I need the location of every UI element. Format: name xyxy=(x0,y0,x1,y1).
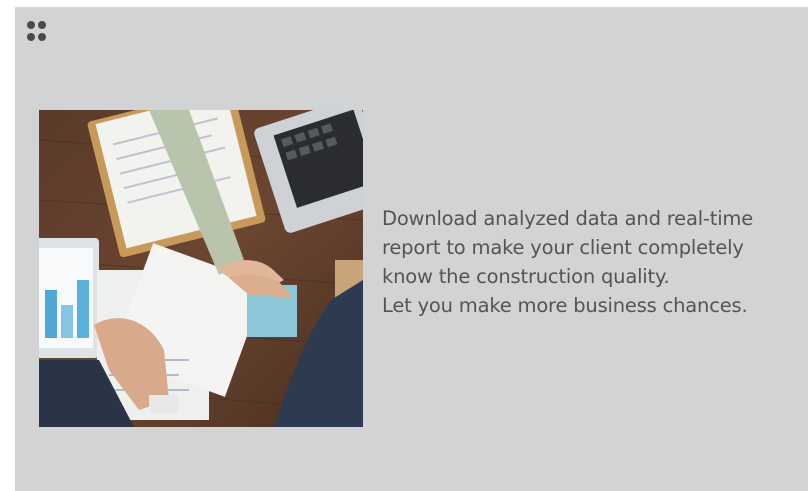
description-line: Download analyzed data and real-time xyxy=(382,207,754,230)
description-line: report to make your client completely xyxy=(382,236,744,259)
description-text: Download analyzed data and real-time rep… xyxy=(382,204,802,320)
feature-panel: Download analyzed data and real-time rep… xyxy=(15,7,808,491)
grid-dots-icon[interactable] xyxy=(27,21,47,41)
description-line: know the construction quality. xyxy=(382,265,670,288)
handshake-photo xyxy=(39,110,363,427)
description-line: Let you make more business chances. xyxy=(382,294,748,317)
